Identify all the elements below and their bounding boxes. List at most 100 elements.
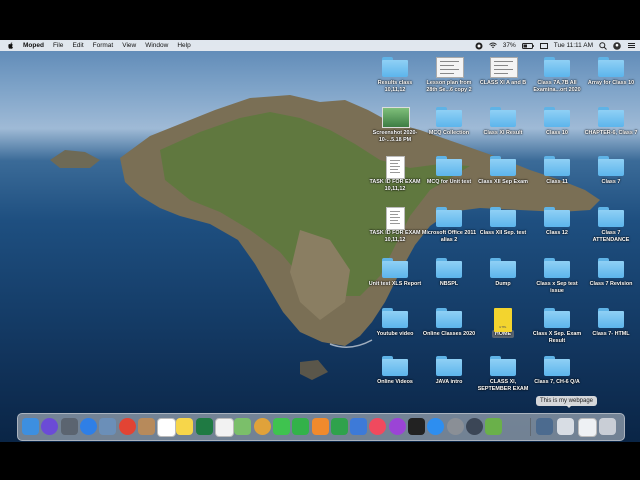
desktop-item[interactable]: JAVA intro: [421, 356, 477, 386]
desktop-item[interactable]: Youtube video: [367, 308, 423, 338]
menubar-clock[interactable]: Tue 11:11 AM: [554, 42, 593, 49]
desktop-item[interactable]: Class 12: [529, 207, 585, 237]
desktop-item[interactable]: CLASS XI A and B: [475, 57, 531, 87]
menu-window[interactable]: Window: [145, 42, 168, 49]
pages-icon[interactable]: [311, 418, 329, 435]
apple-menu-icon[interactable]: [7, 42, 14, 49]
calendar-icon[interactable]: [157, 418, 177, 437]
desktop-item[interactable]: Class 10: [529, 107, 585, 137]
desktop-item[interactable]: Class XI Result: [475, 107, 531, 137]
quicktime-icon[interactable]: [465, 418, 483, 435]
desktop-item[interactable]: Class 7 Revision: [583, 258, 639, 288]
trash-icon[interactable]: [599, 418, 616, 435]
desktop-item[interactable]: TASK ID FOR EXAM 10,11,12: [367, 207, 423, 243]
desktop-item-label-box: Class XI Result: [475, 130, 531, 137]
desktop-item[interactable]: Results class 10,11,12: [367, 57, 423, 93]
desktop-item-label-box: Online Classes 2020: [421, 331, 477, 338]
folder-icon: [490, 156, 516, 176]
desktop-item-label: Class 7: [601, 179, 621, 185]
notes-icon[interactable]: [176, 418, 194, 435]
system-preferences-icon[interactable]: [446, 418, 464, 435]
document-icon: [382, 156, 408, 179]
desktop-item-label-box: CLASS XI A and B: [475, 80, 531, 87]
display-icon[interactable]: [539, 42, 548, 49]
desktop-item-label-box: Results class 10,11,12: [367, 80, 423, 93]
desktop-item[interactable]: CHAPTER-6, Class 7: [583, 107, 639, 137]
facetime-icon[interactable]: [292, 418, 310, 435]
desktop-item-label: CLASS XI, SEPTEMBER EXAM: [477, 379, 529, 392]
desktop-item-label-box: Class 7, CH-6 Q/A: [529, 379, 585, 386]
desktop-item[interactable]: Dump: [475, 258, 531, 288]
desktop-item[interactable]: Class 7- HTML: [583, 308, 639, 338]
siri-icon[interactable]: [41, 418, 59, 435]
user-icon[interactable]: [613, 41, 621, 50]
desktop-item[interactable]: HTML HOME: [475, 308, 531, 338]
menu-format[interactable]: Format: [93, 42, 114, 49]
desktop-item[interactable]: Unit test XLS Report: [367, 258, 423, 288]
desktop-item[interactable]: Lesson plan from 28th Se...6 copy 2: [421, 57, 477, 93]
desktop-item[interactable]: MCQ for Unit test: [421, 156, 477, 186]
menu-edit[interactable]: Edit: [72, 42, 83, 49]
desktop-item-label-box: TASK ID FOR EXAM 10,11,12: [367, 230, 423, 243]
menu-help[interactable]: Help: [177, 42, 190, 49]
desktop-item[interactable]: Array for Class 10: [583, 57, 639, 87]
launchpad-icon[interactable]: [60, 418, 78, 435]
folder-icon: [436, 207, 462, 227]
spreadsheet-document-icon: [490, 57, 518, 78]
folder-icon: [490, 258, 516, 278]
wifi-icon[interactable]: [488, 42, 497, 49]
desktop-item[interactable]: TASK ID FOR EXAM 10,11,12: [367, 156, 423, 192]
screenshot-image-icon: [382, 107, 410, 128]
desktop-item[interactable]: Class x Sep test issue: [529, 258, 585, 294]
desktop-item-label-box: TASK ID FOR EXAM 10,11,12: [367, 179, 423, 192]
spotlight-icon[interactable]: [599, 41, 607, 50]
desktop-item[interactable]: Class 7 ATTENDANCE: [583, 207, 639, 243]
desktop-item[interactable]: Class 7, CH-6 Q/A: [529, 356, 585, 386]
battery-icon[interactable]: [521, 42, 534, 49]
desktop-item-label-box: Array for Class 10: [583, 80, 639, 87]
desktop-item[interactable]: Microsoft Office 2011 alias 2: [421, 207, 477, 243]
desktop-item[interactable]: Screenshot 2020-10-...5.18 PM: [367, 107, 423, 143]
desktop-item[interactable]: Class 7A,7B All Examina...ort 2020: [529, 57, 585, 93]
excel-icon[interactable]: [195, 418, 213, 435]
menu-file[interactable]: File: [53, 42, 63, 49]
dock-separator: [530, 418, 531, 436]
desktop-item[interactable]: Online Classes 2020: [421, 308, 477, 338]
contacts-icon[interactable]: [137, 418, 155, 435]
podcasts-icon[interactable]: [388, 418, 406, 435]
finder-icon[interactable]: [22, 418, 39, 435]
webpage-stack-icon[interactable]: [578, 418, 597, 437]
scooter-app-icon[interactable]: [485, 418, 503, 435]
image-capture-icon[interactable]: [99, 418, 117, 435]
desktop-item[interactable]: MCQ Collection: [421, 107, 477, 137]
music-icon[interactable]: [369, 418, 387, 435]
desktop-item-label: CLASS XI A and B: [479, 80, 527, 86]
menu-view[interactable]: View: [122, 42, 136, 49]
chrome-icon[interactable]: [118, 418, 136, 435]
app-menu-moped[interactable]: Moped: [23, 42, 44, 49]
desktop-item[interactable]: Class XII Sep Exam: [475, 156, 531, 186]
keynote-icon[interactable]: [350, 418, 368, 435]
reminders-icon[interactable]: [215, 418, 234, 437]
desktop-item-label: Screenshot 2020-10-...5.18 PM: [372, 130, 418, 143]
screen-record-icon[interactable]: [475, 42, 483, 50]
messages-icon[interactable]: [272, 418, 290, 435]
photos-icon[interactable]: [253, 418, 271, 435]
desktop-item-label: Class X Sep. Exam Result: [532, 331, 582, 344]
desktop-item[interactable]: Class 11: [529, 156, 585, 186]
desktop-item[interactable]: NBSPL: [421, 258, 477, 288]
maps-icon[interactable]: [234, 418, 252, 435]
document-stack-icon[interactable]: [557, 418, 574, 435]
desktop-item-label-box: Class XII Sep Exam: [475, 179, 531, 186]
desktop-item[interactable]: Online Videos: [367, 356, 423, 386]
desktop-item[interactable]: Class X Sep. Exam Result: [529, 308, 585, 344]
desktop-item[interactable]: CLASS XI, SEPTEMBER EXAM: [475, 356, 531, 392]
app-store-icon[interactable]: [427, 418, 445, 435]
numbers-icon[interactable]: [330, 418, 348, 435]
desktop-item[interactable]: Class XII Sep. test: [475, 207, 531, 237]
safari-icon[interactable]: [79, 418, 97, 435]
tv-icon[interactable]: [408, 418, 425, 435]
notification-center-icon[interactable]: [627, 42, 636, 49]
downloads-stack-icon[interactable]: [536, 418, 553, 435]
desktop-item[interactable]: Class 7: [583, 156, 639, 186]
